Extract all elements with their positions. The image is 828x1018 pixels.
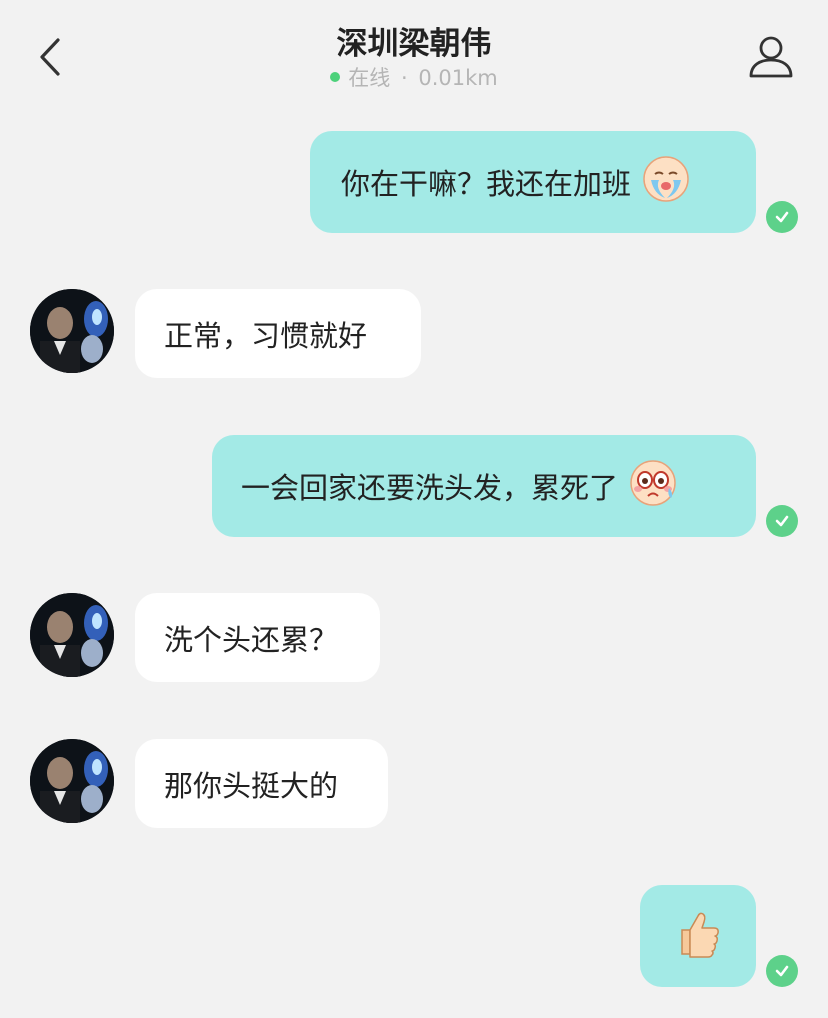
message-text: 你在干嘛？我还在加班 xyxy=(341,167,632,201)
read-check-icon xyxy=(766,955,798,987)
status-text: 在线 xyxy=(348,66,391,90)
message-bubble-incoming[interactable]: 那你头挺大的 xyxy=(135,739,388,828)
distance-text: 0.01km xyxy=(418,66,498,90)
avatar[interactable] xyxy=(30,289,114,373)
profile-button[interactable] xyxy=(746,32,796,82)
message-text: 那你头挺大的 xyxy=(164,768,339,803)
read-check-icon xyxy=(766,505,798,537)
avatar[interactable] xyxy=(30,593,114,677)
online-status: 在线 · 0.01km xyxy=(0,62,828,92)
online-dot-icon xyxy=(330,72,341,82)
chat-title: 深圳梁朝伟 xyxy=(336,26,492,62)
message-bubble-outgoing[interactable]: 你在干嘛？我还在加班 xyxy=(310,131,756,233)
message-text: 洗个头还累？ xyxy=(164,622,339,657)
message-bubble-outgoing[interactable] xyxy=(640,885,756,987)
message-bubble-incoming[interactable]: 洗个头还累？ xyxy=(135,593,380,682)
message-bubble-incoming[interactable]: 正常，习惯就好 xyxy=(135,289,421,378)
teary-face-emoji-icon xyxy=(628,458,678,515)
user-profile-icon xyxy=(749,36,793,78)
message-text: 正常，习惯就好 xyxy=(164,318,368,353)
thumbs-up-emoji-icon xyxy=(674,908,722,965)
message-text: 一会回家还要洗头发，累死了 xyxy=(241,471,619,505)
crying-face-emoji-icon xyxy=(641,154,691,211)
chat-header: 深圳梁朝伟 在线 · 0.01km xyxy=(0,0,828,110)
avatar[interactable] xyxy=(30,739,114,823)
read-check-icon xyxy=(766,201,798,233)
message-bubble-outgoing[interactable]: 一会回家还要洗头发，累死了 xyxy=(212,435,756,537)
status-separator: · xyxy=(400,66,408,90)
